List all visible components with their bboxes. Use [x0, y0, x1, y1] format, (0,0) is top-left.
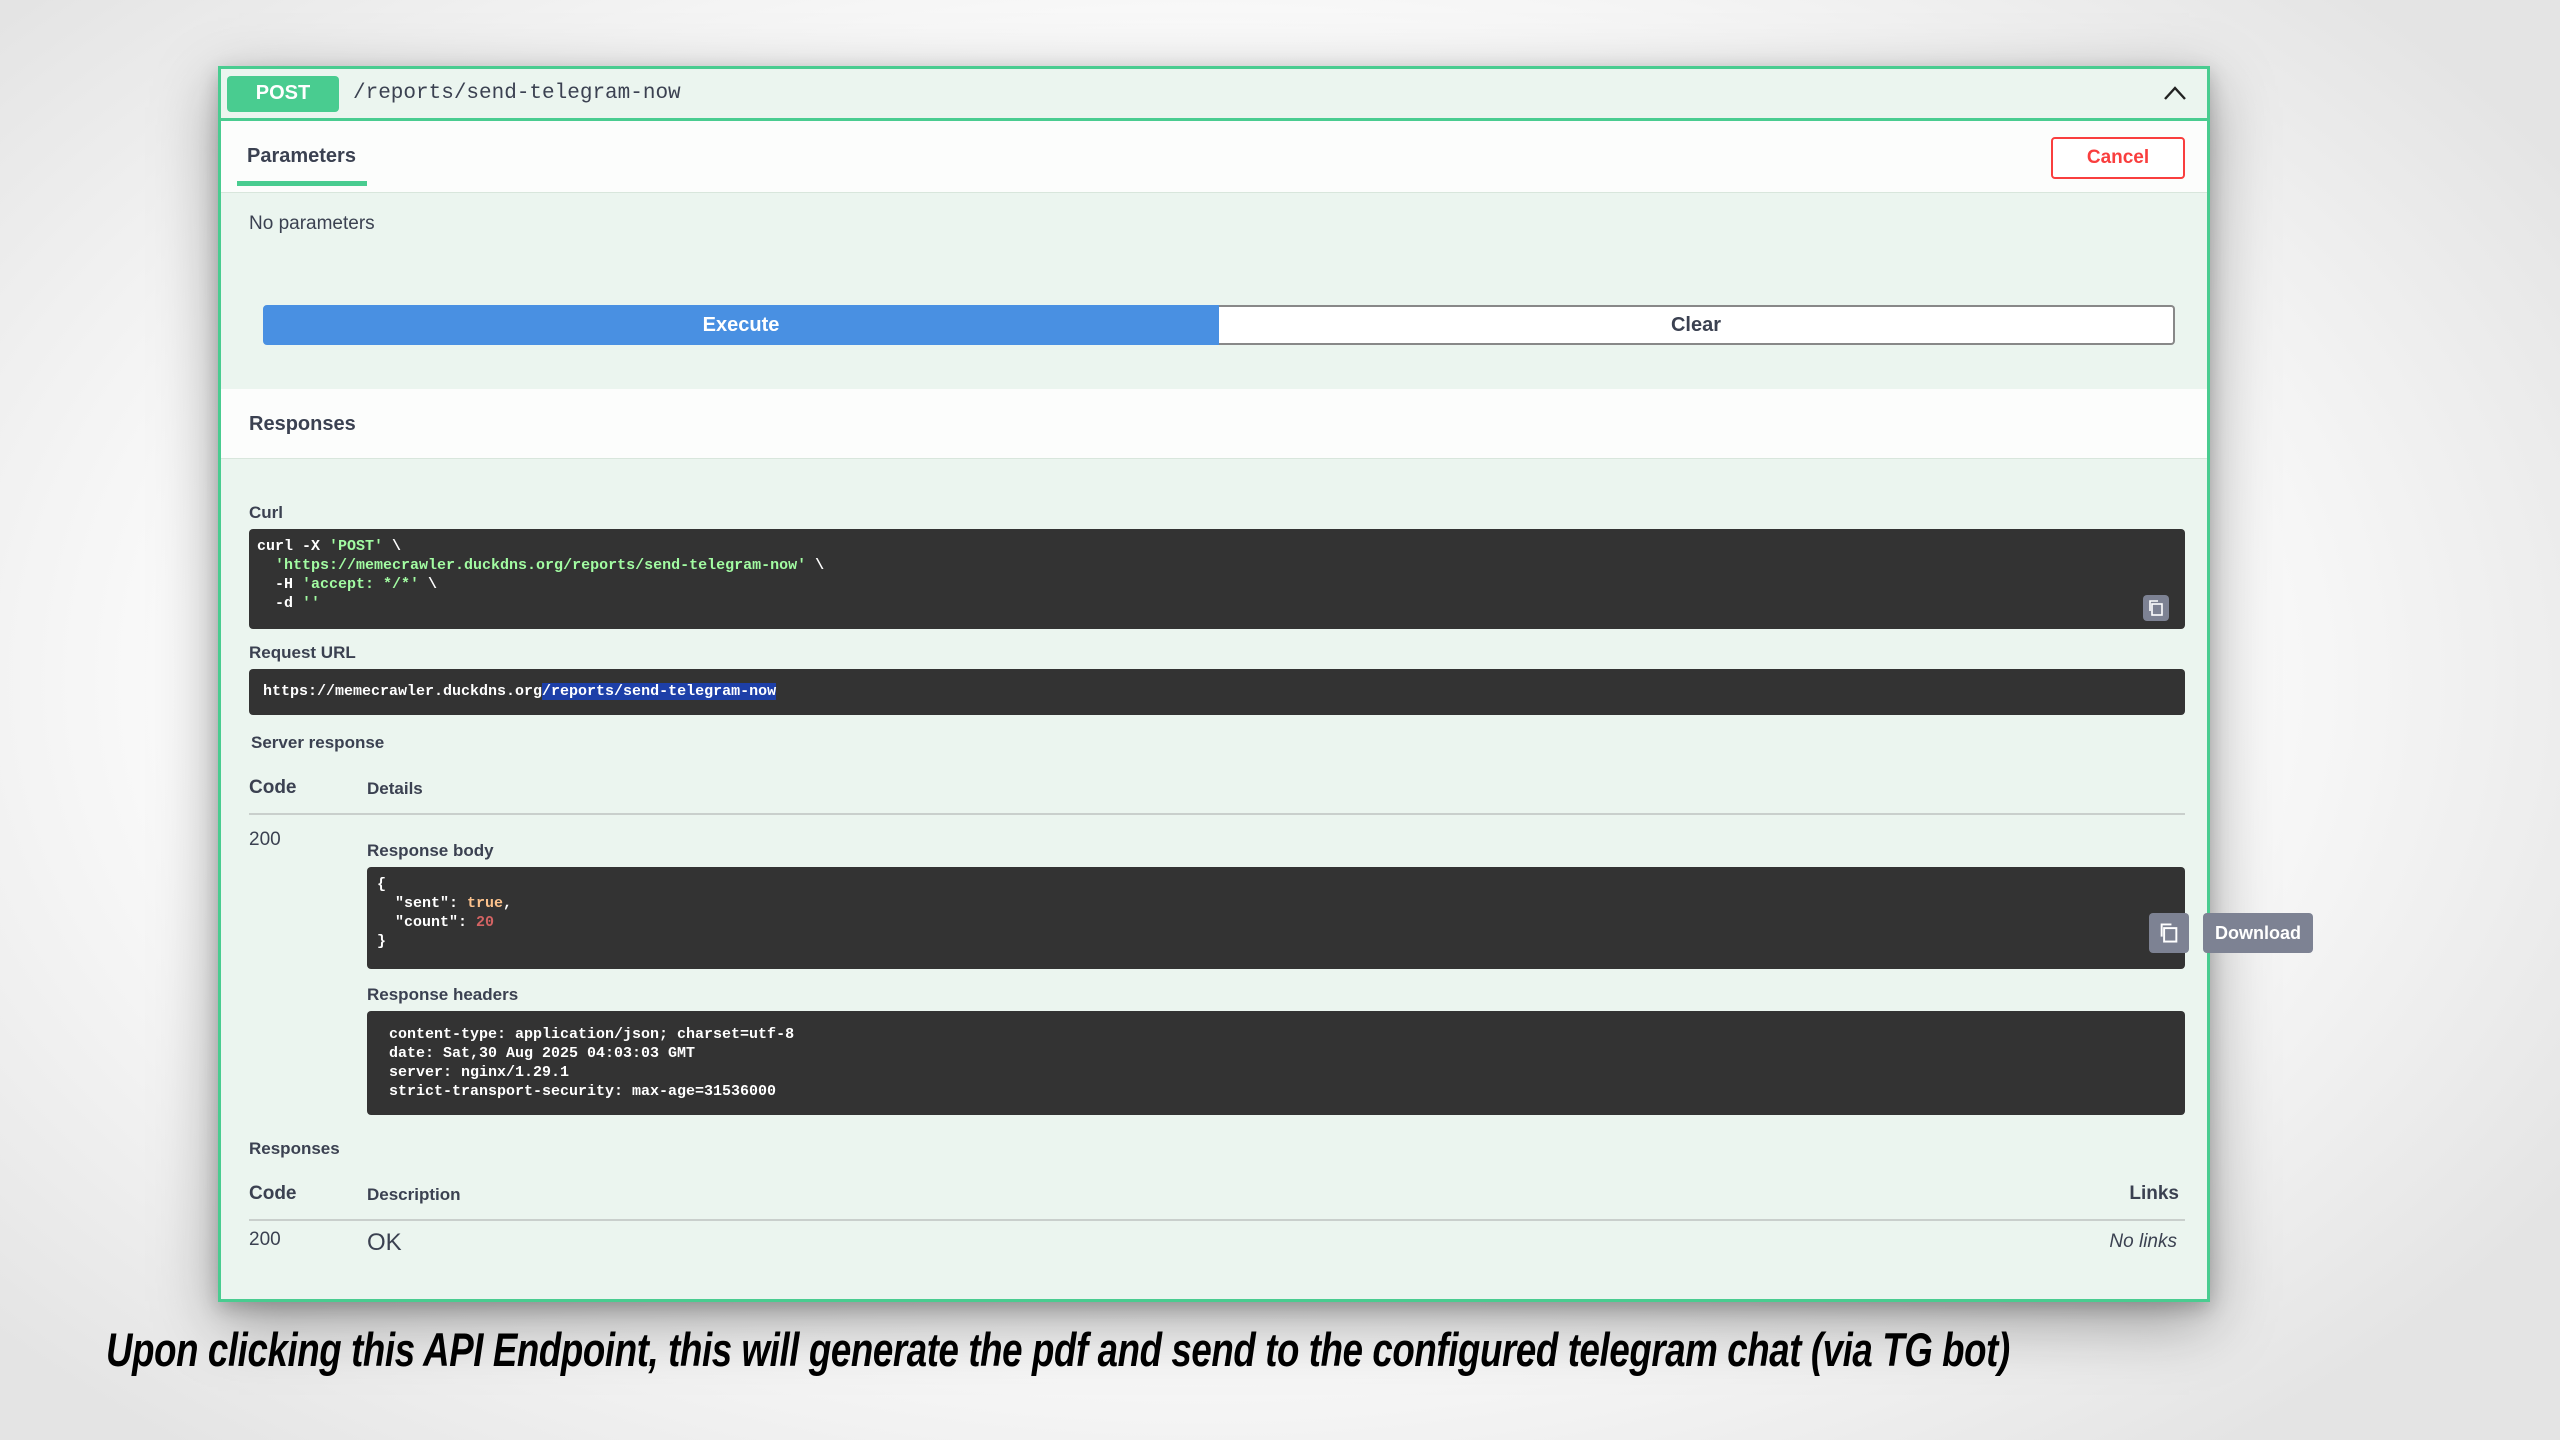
operation-header[interactable]: POST /reports/send-telegram-now — [221, 69, 2207, 121]
json-punct: , — [503, 895, 513, 912]
caption-text: Upon clicking this API Endpoint, this wi… — [106, 1323, 2010, 1376]
doc-response-description: OK — [367, 1229, 402, 1256]
header-line: date: Sat,30 Aug 2025 04:03:03 GMT — [389, 1045, 696, 1062]
table-divider — [249, 813, 2185, 815]
json-brace: } — [377, 933, 387, 950]
details-column-header: Details — [367, 779, 423, 798]
execute-button[interactable]: Execute — [263, 305, 1219, 345]
request-url-block[interactable]: https://memecrawler.duckdns.org/reports/… — [249, 669, 2185, 715]
table-divider — [249, 1219, 2185, 1221]
copy-icon[interactable] — [2143, 595, 2169, 621]
curl-text: \ — [806, 557, 825, 574]
response-code: 200 — [249, 829, 281, 850]
clear-button[interactable]: Clear — [1219, 305, 2175, 345]
operation-panel: POST /reports/send-telegram-now Paramete… — [218, 66, 2313, 1302]
response-body-label: Response body — [367, 841, 494, 860]
no-parameters-text: No parameters — [249, 213, 375, 234]
copy-icon — [2160, 923, 2178, 943]
curl-text — [257, 557, 275, 574]
curl-string: 'accept: */*' — [302, 576, 420, 593]
execute-wrapper: Execute Clear — [263, 305, 2175, 345]
endpoint-path: /reports/send-telegram-now — [353, 82, 681, 105]
code-column-header: Code — [249, 777, 297, 798]
json-boolean: true — [467, 895, 504, 912]
responses-title: Responses — [249, 413, 356, 435]
header-line: server: nginx/1.29.1 — [389, 1064, 570, 1081]
server-response-label: Server response — [251, 733, 385, 752]
responses-header: Responses — [221, 389, 2207, 459]
copy-body-button[interactable] — [2149, 913, 2189, 953]
curl-text: \ — [419, 576, 438, 593]
doc-response-links: No links — [2109, 1231, 2177, 1252]
curl-code-block[interactable]: curl -X 'POST' \ 'https://memecrawler.du… — [249, 529, 2185, 629]
json-number: 20 — [476, 914, 495, 931]
json-key: "sent": — [377, 895, 468, 912]
cancel-button[interactable]: Cancel — [2051, 137, 2185, 179]
request-url-path: /reports/send-telegram-now — [542, 683, 777, 700]
header-line: strict-transport-security: max-age=31536… — [389, 1083, 777, 1100]
curl-label: Curl — [249, 503, 283, 522]
request-url-label: Request URL — [249, 643, 356, 662]
header-line: content-type: application/json; charset=… — [389, 1026, 795, 1043]
tab-underline — [237, 181, 367, 186]
doc-description-header: Description — [367, 1185, 461, 1204]
curl-string: '' — [302, 595, 321, 612]
response-headers-label: Response headers — [367, 985, 519, 1004]
download-button[interactable]: Download — [2203, 913, 2313, 953]
response-body-block[interactable]: { "sent": true, "count": 20 } Download — [367, 867, 2313, 969]
curl-text: \ — [383, 538, 402, 555]
curl-text: -d — [257, 595, 303, 612]
request-url-host: https://memecrawler.duckdns.org — [263, 683, 543, 700]
copy-glyph-icon — [2149, 600, 2163, 616]
doc-links-header: Links — [2129, 1183, 2179, 1204]
curl-string: 'https://memecrawler.duckdns.org/reports… — [275, 557, 807, 574]
tab-parameters[interactable]: Parameters — [247, 145, 356, 168]
response-headers-block[interactable]: content-type: application/json; charset=… — [367, 1011, 2185, 1115]
curl-string: 'POST' — [329, 538, 384, 555]
chevron-up-icon[interactable] — [2163, 83, 2187, 103]
doc-code-header: Code — [249, 1183, 297, 1204]
documented-responses-title: Responses — [249, 1139, 340, 1158]
method-badge: POST — [227, 75, 339, 112]
curl-text: -H — [257, 576, 303, 593]
json-key: "count": — [377, 914, 477, 931]
curl-text: curl -X — [257, 538, 330, 555]
parameters-tabbar: Parameters Cancel — [221, 121, 2207, 193]
json-brace: { — [377, 876, 387, 893]
doc-response-code: 200 — [249, 1229, 281, 1250]
